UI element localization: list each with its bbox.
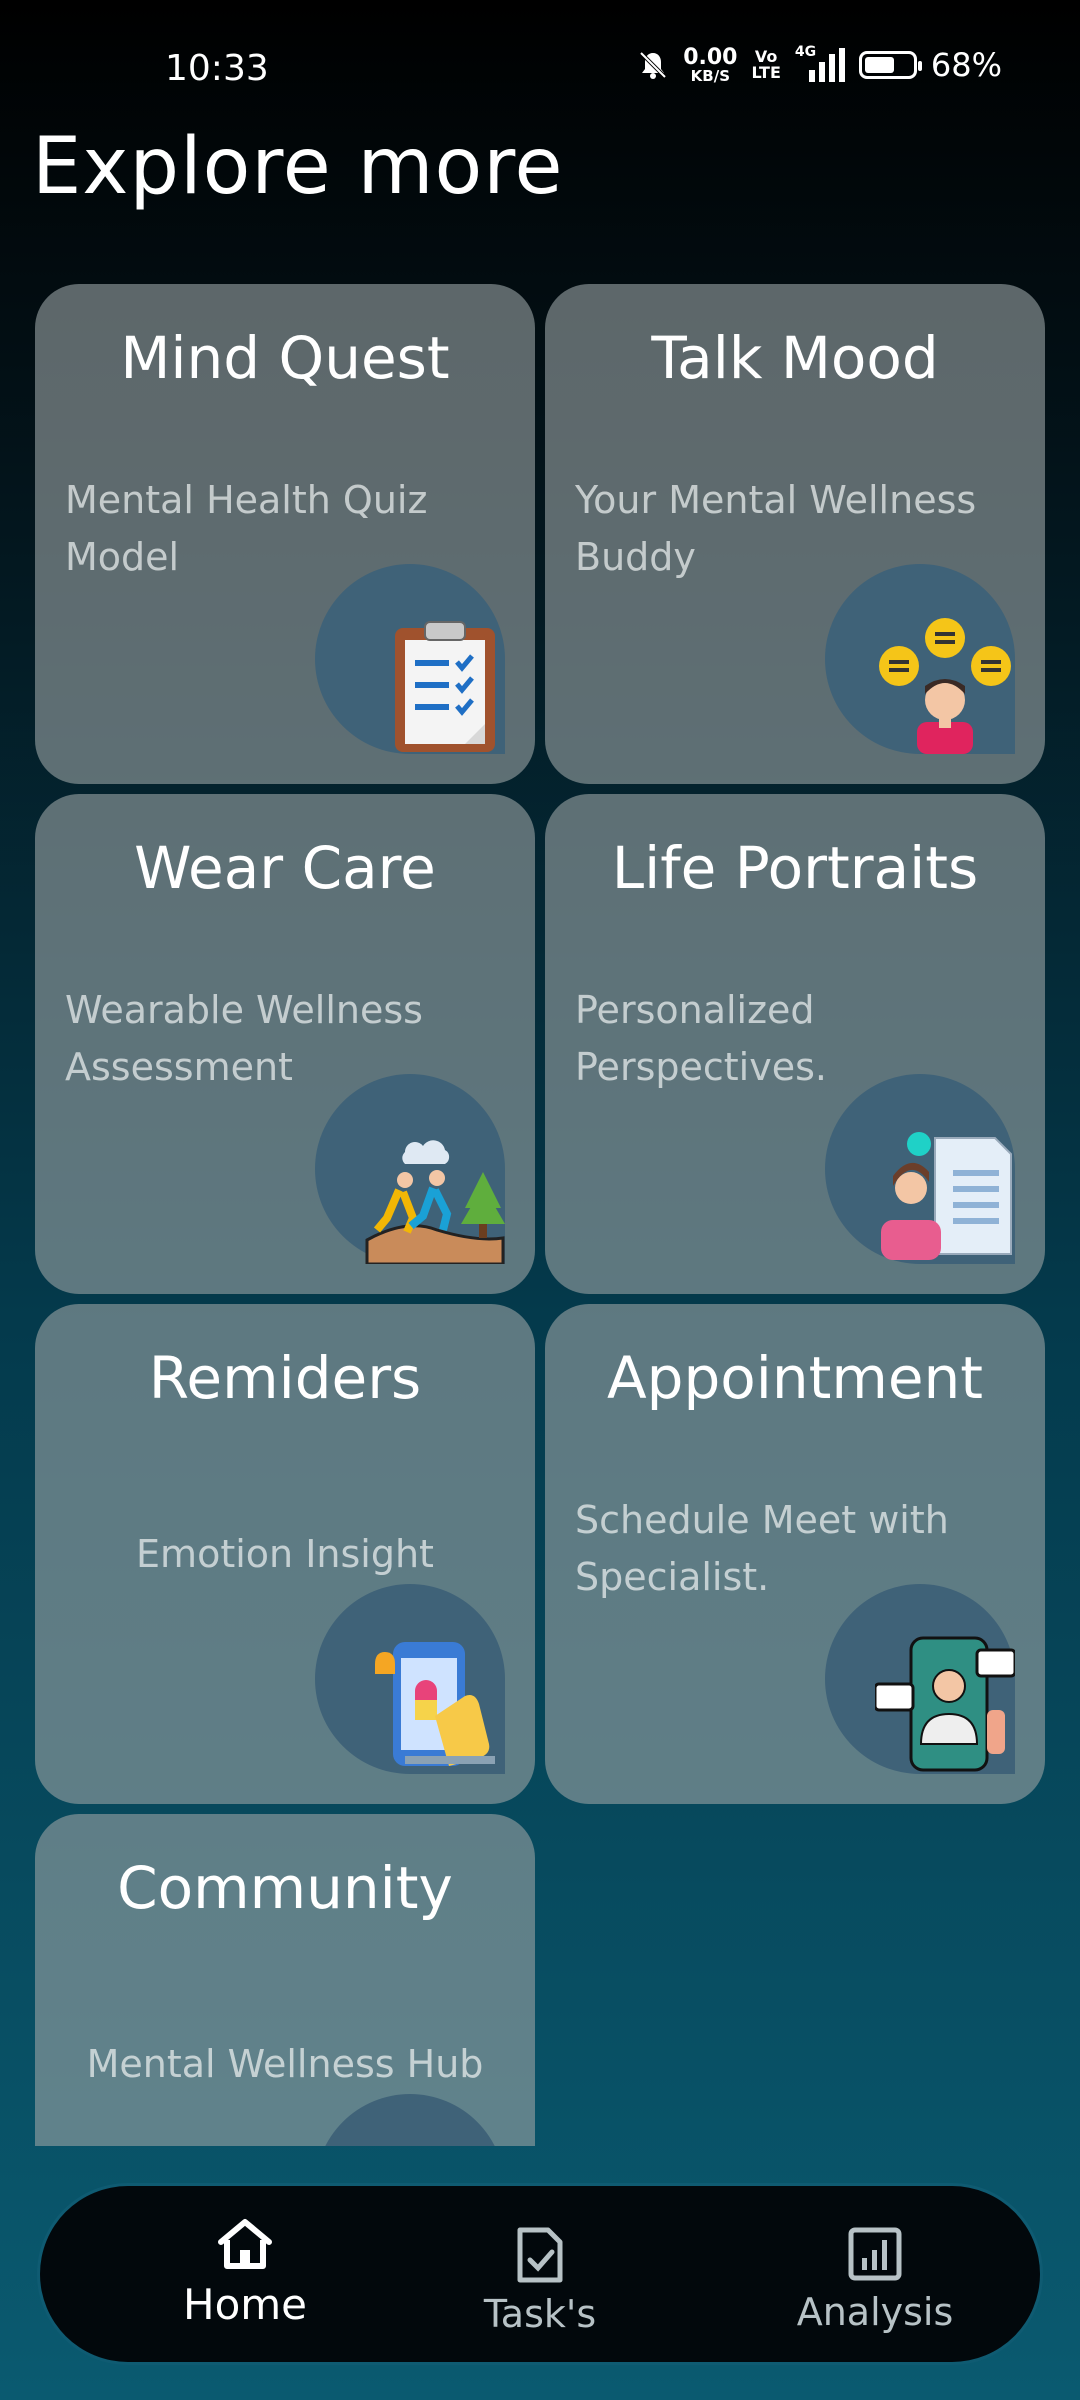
phone-reminder-icon [375,1642,495,1766]
volte-bottom: LTE [751,63,781,82]
mute-bell-icon [639,51,667,79]
card-subtitle: Mental Wellness Hub [86,2042,484,2086]
icon-backdrop [315,2094,505,2146]
card-subtitle: Personalized Perspectives. [575,988,827,1089]
network-speed: 0.00 KB/S [683,44,738,85]
home-icon [218,2219,272,2269]
card-title: Talk Mood [651,324,939,392]
nav-tasks[interactable]: Task's [440,2226,640,2336]
card-subtitle: Wearable Wellness Assessment [65,988,423,1089]
network-speed-unit: KB/S [690,66,731,85]
battery-percent: 68% [930,46,1002,84]
clipboard-checklist-icon [395,621,495,752]
status-bar: 10:33 0.00 KB/S Vo LTE 4G 68% [0,0,1080,140]
signal-indicator: 4G [795,44,845,82]
card-life-portraits[interactable]: Life Portraits Personalized Perspectives… [545,794,1045,1294]
bottom-navigation: Home Task's Analysis [40,2186,1040,2362]
card-appointment[interactable]: Appointment Schedule Meet with Specialis… [545,1304,1045,1804]
status-indicators: 0.00 KB/S Vo LTE 4G 68% [637,44,1002,85]
battery-icon [858,51,922,79]
card-title: Wear Care [134,834,436,902]
card-title: Remiders [148,1344,422,1412]
task-icon [517,2227,563,2283]
signal-bars-icon [808,48,845,82]
card-title: Community [117,1854,453,1922]
runners-icon [365,1140,505,1264]
card-subtitle: Emotion Insight [136,1532,434,1576]
nav-home[interactable]: Home [145,2216,345,2329]
card-subtitle: Your Mental Wellness Buddy [575,478,977,579]
status-time: 10:33 [165,48,269,89]
card-title: Life Portraits [611,834,979,902]
volte-indicator: Vo LTE [751,49,780,81]
card-mind-quest[interactable]: Mind Quest Mental Health Quiz Model [35,284,535,784]
battery-fill [864,57,895,73]
card-title: Appointment [606,1344,984,1412]
nav-analysis[interactable]: Analysis [775,2226,975,2334]
nav-label: Analysis [796,2290,954,2334]
chat-person-icon [879,618,1011,754]
card-subtitle: Schedule Meet with Specialist. [575,1498,949,1599]
nav-label: Home [182,2280,308,2329]
card-wear-care[interactable]: Wear Care Wearable Wellness Assessment [35,794,535,1294]
doctor-video-call-icon [875,1636,1015,1772]
card-talk-mood[interactable]: Talk Mood Your Mental Wellness Buddy [545,284,1045,784]
card-title: Mind Quest [120,324,450,392]
network-speed-value: 0.00 [683,44,738,70]
card-community[interactable]: Community Mental Wellness Hub [35,1814,535,2146]
card-subtitle: Mental Health Quiz Model [65,478,428,579]
portrait-document-icon [881,1132,1012,1260]
card-remiders[interactable]: Remiders Emotion Insight [35,1304,535,1804]
analysis-icon [848,2227,902,2281]
nav-label: Task's [483,2292,597,2336]
page-title: Explore more [32,122,564,212]
